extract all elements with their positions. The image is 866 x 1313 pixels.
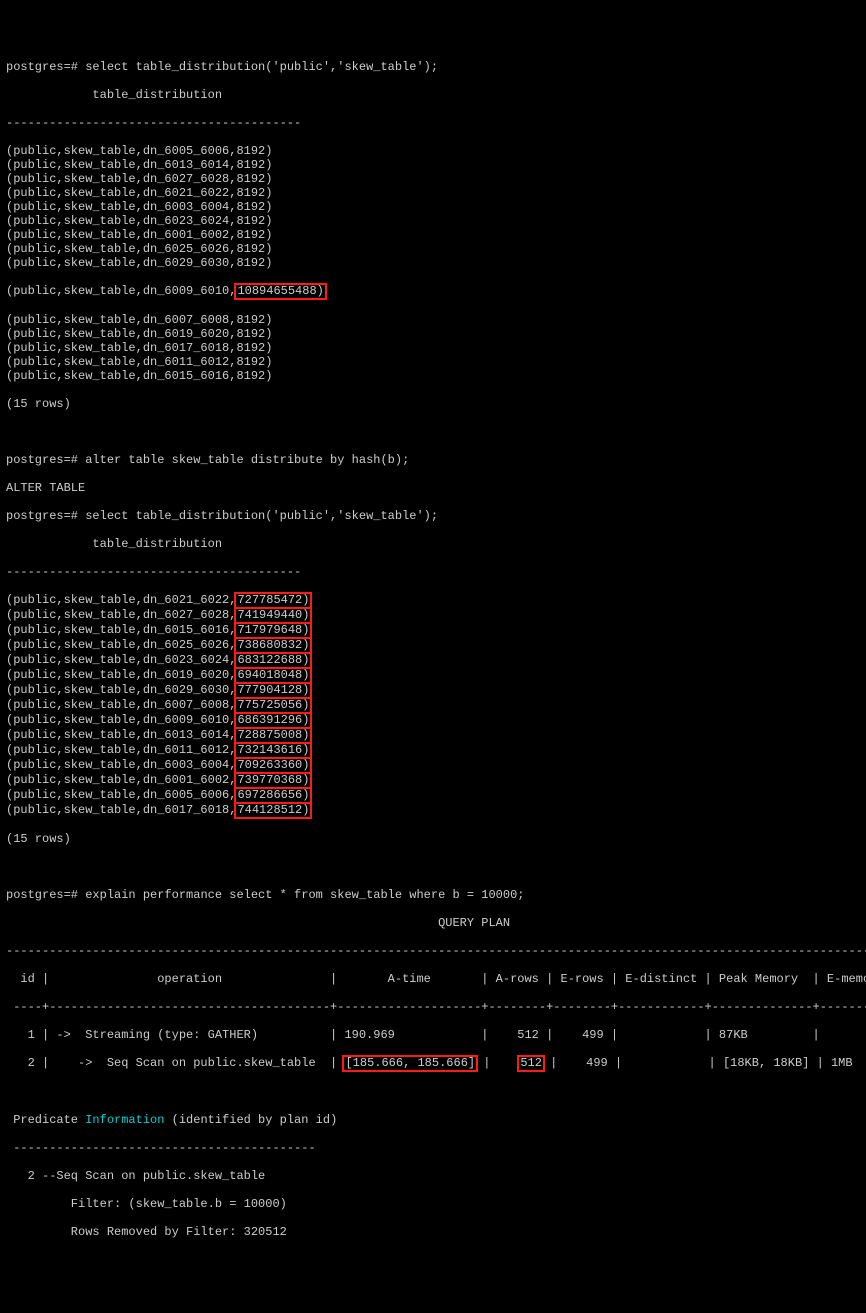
result-row: (public,skew_table,dn_6017_6018,8192) (6, 341, 860, 355)
result-row: (public,skew_table,dn_6007_6008, (6, 698, 236, 712)
row-count: (15 rows) (6, 397, 860, 411)
result-row: (public,skew_table,dn_6015_6016, (6, 623, 236, 637)
result-row: (public,skew_table,dn_6003_6004, (6, 758, 236, 772)
column-header: table_distribution (6, 88, 860, 102)
result-row: (public,skew_table,dn_6013_6014,8192) (6, 158, 860, 172)
result-row: (public,skew_table,dn_6015_6016,8192) (6, 369, 860, 383)
predicate-label: Predicate (6, 1113, 85, 1127)
plan-table-sep: ----+-----------------------------------… (6, 1000, 860, 1014)
result-row: (public,skew_table,dn_6001_6002, (6, 773, 236, 787)
highlight-atime: [185.666, 185.666] (342, 1055, 478, 1072)
prompt: postgres=# (6, 60, 85, 74)
result-row: (public,skew_table,dn_6027_6028,8192) (6, 172, 860, 186)
result-row: (public,skew_table,dn_6017_6018, (6, 803, 236, 817)
predicate-line: Filter: (skew_table.b = 10000) (6, 1197, 860, 1211)
plan-table-header: id | operation | A-time | A-rows | E-row… (6, 972, 860, 986)
plan-row-2-prefix: 2 | -> Seq Scan on public.skew_table | (6, 1056, 344, 1070)
result-row: (public,skew_table,dn_6023_6024, (6, 653, 236, 667)
result-row: (public,skew_table,dn_6025_6026,8192) (6, 242, 860, 256)
result-row: (public,skew_table,dn_6005_6006,8192) (6, 144, 860, 158)
sql-command: select table_distribution('public','skew… (85, 509, 438, 523)
result-row: (public,skew_table,dn_6011_6012,8192) (6, 355, 860, 369)
predicate-sep: ----------------------------------------… (6, 1141, 860, 1155)
highlight-arows: 512 (517, 1055, 545, 1072)
result-row: (public,skew_table,dn_6009_6010, (6, 713, 236, 727)
prompt: postgres=# (6, 453, 85, 467)
prompt: postgres=# (6, 509, 85, 523)
sql-command: select table_distribution('public','skew… (85, 60, 438, 74)
result-row: (public,skew_table,dn_6003_6004,8192) (6, 200, 860, 214)
result-row: (public,skew_table,dn_6021_6022,8192) (6, 186, 860, 200)
prompt: postgres=# (6, 888, 85, 902)
predicate-line: 2 --Seq Scan on public.skew_table (6, 1169, 860, 1183)
plan-row-1: 1 | -> Streaming (type: GATHER) | 190.96… (6, 1028, 860, 1042)
sql-command: alter table skew_table distribute by has… (85, 453, 409, 467)
result-row: (public,skew_table,dn_6029_6030,8192) (6, 256, 860, 270)
plan-row-2-suffix: | 499 | | [18KB, 18KB] | 1MB | (543, 1056, 866, 1070)
query-plan-label: QUERY PLAN (6, 916, 860, 930)
information-keyword: Information (85, 1113, 164, 1127)
result-row: (public,skew_table,dn_6019_6020,8192) (6, 327, 860, 341)
separator: ----------------------------------------… (6, 565, 860, 579)
result-row: (public,skew_table,dn_6029_6030, (6, 683, 236, 697)
separator: ----------------------------------------… (6, 116, 860, 130)
predicate-line: Rows Removed by Filter: 320512 (6, 1225, 860, 1239)
sql-command: explain performance select * from skew_t… (85, 888, 524, 902)
result-row: (public,skew_table,dn_6011_6012, (6, 743, 236, 757)
result-row: (public,skew_table,dn_6007_6008,8192) (6, 313, 860, 327)
highlight-skew-value: 10894655488) (234, 283, 326, 300)
result-row: (public,skew_table,dn_6019_6020, (6, 668, 236, 682)
result-row: (public,skew_table,dn_6025_6026, (6, 638, 236, 652)
result-row: (public,skew_table,dn_6021_6022, (6, 593, 236, 607)
result-row: (public,skew_table,dn_6027_6028, (6, 608, 236, 622)
result-row: (public,skew_table,dn_6013_6014, (6, 728, 236, 742)
result-row: (public,skew_table,dn_6023_6024,8192) (6, 214, 860, 228)
result-row: (public,skew_table,dn_6005_6006, (6, 788, 236, 802)
highlight-distributed-value: 744128512) (234, 802, 312, 819)
command-response: ALTER TABLE (6, 481, 860, 495)
result-row: (public,skew_table,dn_6001_6002,8192) (6, 228, 860, 242)
row-count: (15 rows) (6, 832, 860, 846)
column-header: table_distribution (6, 537, 860, 551)
result-row: (public,skew_table,dn_6009_6010, (6, 284, 236, 298)
separator-long: ----------------------------------------… (6, 944, 860, 958)
